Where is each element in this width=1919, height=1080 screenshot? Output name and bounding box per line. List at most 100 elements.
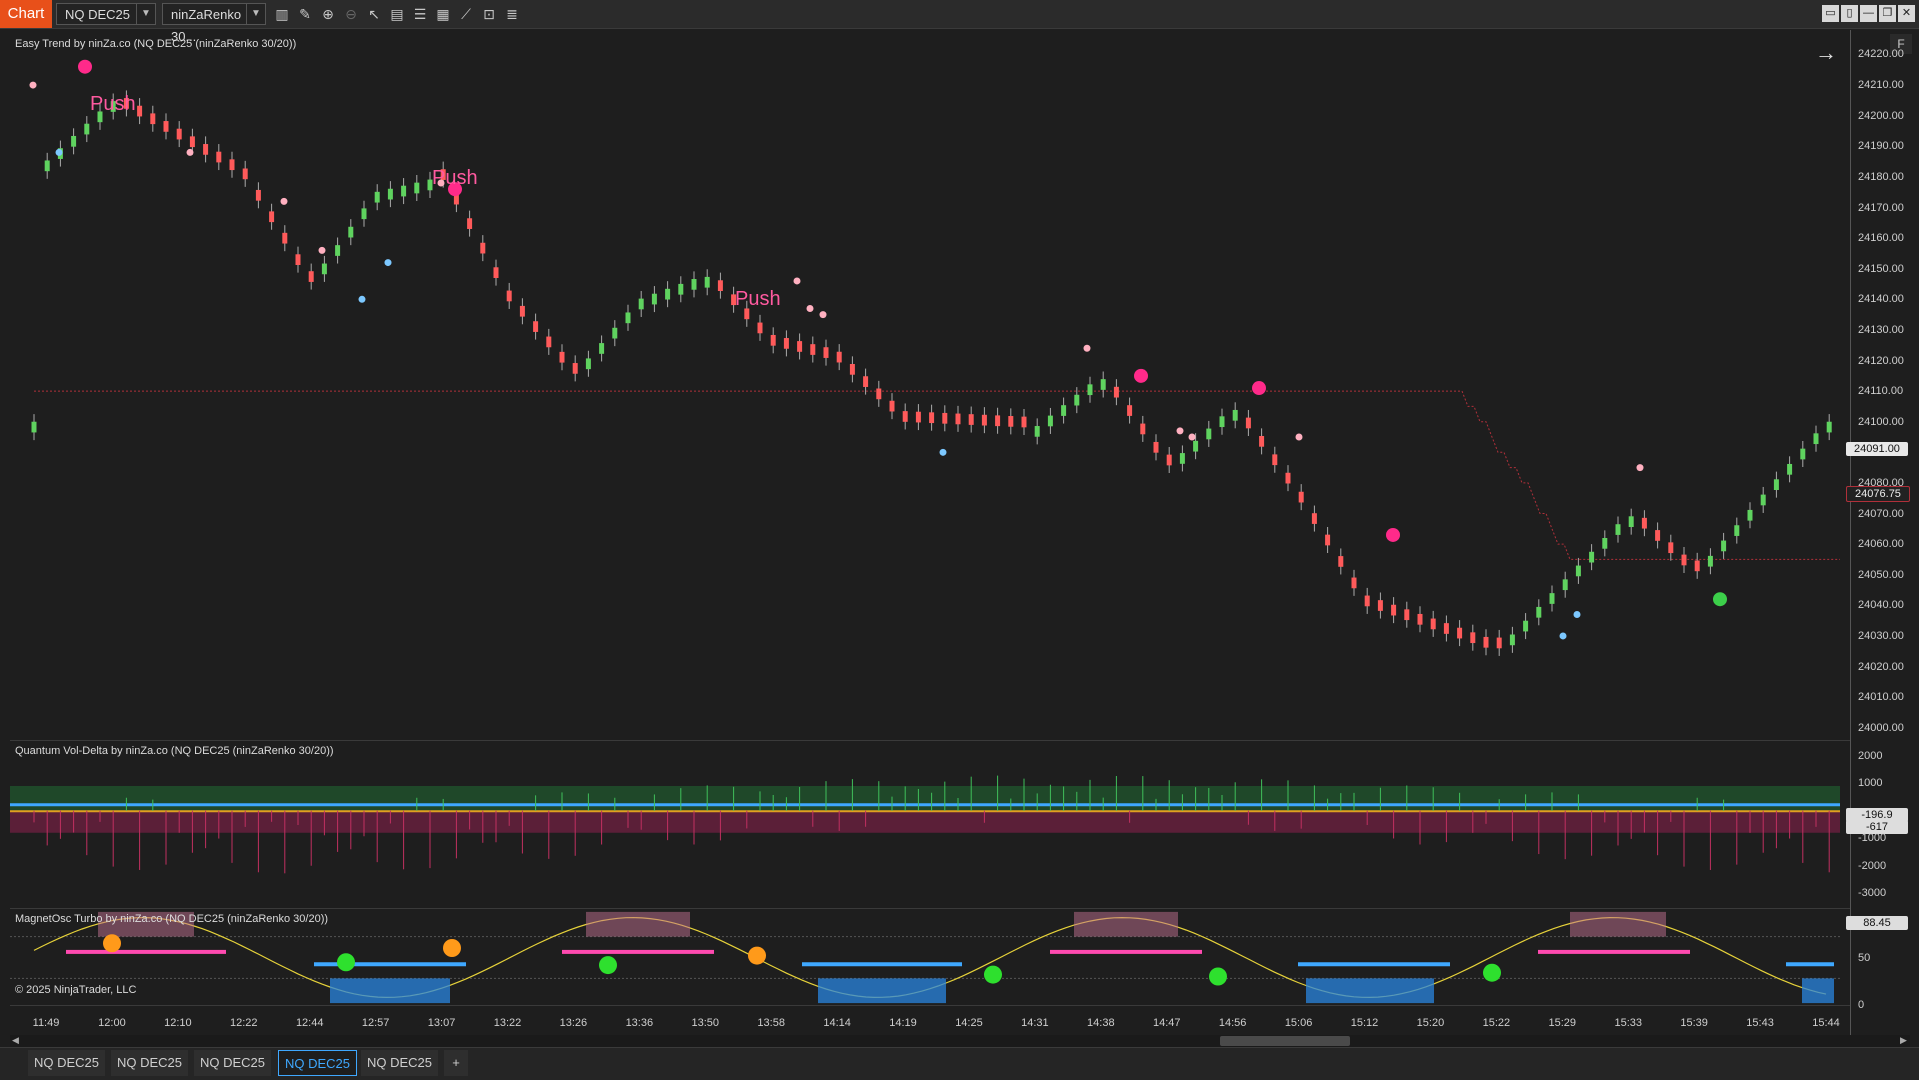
tab-nq-dec25-active[interactable]: NQ DEC25 <box>278 1050 358 1076</box>
bullish-fill <box>1810 978 1818 1004</box>
down-candle <box>559 351 565 363</box>
bullish-fill <box>1426 978 1434 1004</box>
price-tick-label: 24200.00 <box>1858 109 1904 122</box>
blue-signal-dot <box>1559 632 1567 640</box>
time-tick-label: 12:57 <box>361 1017 390 1029</box>
tab-nq-dec25[interactable]: NQ DEC25 <box>111 1050 189 1076</box>
bearish-band <box>626 949 634 954</box>
time-tick-label: 15:06 <box>1284 1017 1313 1029</box>
tab-nq-dec25[interactable]: NQ DEC25 <box>361 1050 439 1076</box>
bullish-fill <box>890 978 898 1004</box>
pane-divider[interactable] <box>10 908 1850 909</box>
bearish-band <box>146 949 154 954</box>
price-tick-label: 24020.00 <box>1858 660 1904 673</box>
bearish-fill <box>634 911 642 937</box>
push-signal-dot <box>78 59 92 74</box>
down-candle <box>757 322 763 334</box>
blue-signal-dot <box>384 259 392 267</box>
down-candle <box>255 189 261 201</box>
bearish-band <box>658 949 666 954</box>
time-tick-label: 12:22 <box>230 1017 258 1029</box>
down-candle <box>1021 416 1027 428</box>
horizontal-scrollbar[interactable] <box>10 1035 1910 1047</box>
price-tick-label: 24150.00 <box>1858 262 1904 275</box>
bullish-fill <box>1314 978 1322 1004</box>
pink-signal-dot <box>1295 433 1303 441</box>
down-candle <box>189 136 195 148</box>
bearish-band <box>562 949 570 954</box>
add-tab-button[interactable]: + <box>444 1050 468 1076</box>
up-candle <box>585 358 591 370</box>
bullish-band <box>362 962 370 967</box>
down-candle <box>242 168 248 180</box>
down-candle <box>1641 517 1647 529</box>
down-candle <box>863 376 869 387</box>
push-signal-dot <box>1386 527 1400 542</box>
down-candle <box>229 159 235 171</box>
price-tick-label: 24030.00 <box>1858 629 1904 642</box>
down-candle <box>1338 556 1344 567</box>
up-candle <box>1826 421 1832 433</box>
scroll-right-icon[interactable]: ▶ <box>1900 1035 1907 1046</box>
pane-divider[interactable] <box>10 740 1850 741</box>
down-candle <box>1272 454 1278 466</box>
price-tick-label: 24220.00 <box>1858 48 1904 61</box>
bearish-fill <box>1074 911 1082 937</box>
push-label: Push <box>90 93 136 115</box>
bullish-band <box>882 962 890 967</box>
down-candle <box>1008 416 1014 427</box>
bullish-band <box>898 962 906 967</box>
arrow-right-icon[interactable]: → <box>1815 40 1837 66</box>
copyright-text: © 2025 NinjaTrader, LLC <box>15 984 137 996</box>
up-candle <box>387 188 393 200</box>
pink-signal-dot <box>186 148 194 156</box>
bearish-fill <box>1650 911 1658 937</box>
down-candle <box>1404 609 1410 621</box>
bearish-band <box>1162 949 1170 954</box>
scroll-left-icon[interactable]: ◀ <box>12 1035 19 1046</box>
bullish-fill <box>386 978 394 1004</box>
tab-nq-dec25[interactable]: NQ DEC25 <box>194 1050 272 1076</box>
time-tick-label: 14:31 <box>1021 1017 1049 1029</box>
voldelta-tick-label: -2000 <box>1858 859 1887 872</box>
current-price-marker: 24091.00 <box>1846 442 1908 457</box>
bearish-band <box>586 949 594 954</box>
down-candle <box>1298 491 1304 503</box>
bearish-band <box>650 949 658 954</box>
up-candle <box>1575 565 1581 577</box>
up-candle <box>1100 379 1106 390</box>
bullish-band <box>1322 962 1330 967</box>
up-candle <box>704 276 710 288</box>
bearish-band <box>82 949 90 954</box>
down-candle <box>995 415 1001 427</box>
voldelta-tick-label: 2000 <box>1858 749 1883 762</box>
tab-nq-dec25[interactable]: NQ DEC25 <box>28 1050 106 1076</box>
down-candle <box>1311 513 1317 524</box>
bullish-fill <box>434 978 442 1004</box>
bullish-band <box>1818 962 1826 967</box>
y-axis[interactable] <box>1850 30 1851 1035</box>
up-candle <box>321 263 327 275</box>
up-candle <box>1536 606 1542 618</box>
bullish-fill <box>906 978 914 1004</box>
bearish-fill <box>666 911 674 937</box>
scrollbar-thumb[interactable] <box>1220 1036 1350 1046</box>
bullish-band <box>938 962 946 967</box>
time-tick-label: 15:20 <box>1416 1017 1445 1029</box>
voldelta-tick-label: -1000 <box>1858 832 1887 845</box>
bearish-band <box>1538 949 1546 954</box>
bullish-fill <box>378 978 386 1004</box>
bullish-band <box>450 962 458 967</box>
bullish-fill <box>410 978 418 1004</box>
bearish-band <box>1546 949 1554 954</box>
down-candle <box>1694 560 1700 572</box>
bearish-fill <box>1090 911 1098 937</box>
bearish-fill <box>674 911 682 937</box>
push-signal-dot <box>1252 381 1266 396</box>
pink-signal-dot <box>1636 464 1644 472</box>
trail-stop-marker: 24076.75 <box>1846 485 1910 502</box>
bearish-band <box>1186 949 1194 954</box>
up-candle <box>1589 551 1595 563</box>
time-tick-label: 12:00 <box>98 1017 126 1029</box>
down-candle <box>1457 627 1463 639</box>
